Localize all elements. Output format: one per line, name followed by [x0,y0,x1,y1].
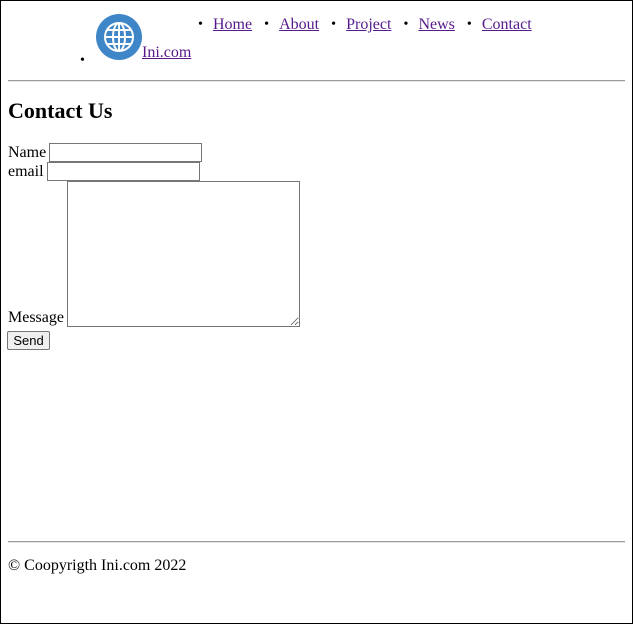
message-row: Message [8,181,300,327]
nav-link-project[interactable]: Project [346,16,391,33]
nav-item-home: Home [198,16,252,34]
logo-list: • Ini.com [80,14,191,68]
page-title: Contact Us [8,98,113,123]
globe-icon [96,14,142,60]
name-input[interactable] [49,143,203,162]
logo-item: • Ini.com [80,14,191,68]
nav-link-contact[interactable]: Contact [482,16,532,33]
name-label: Name [8,144,47,161]
list-bullet: • [80,53,85,68]
message-textarea[interactable] [66,181,300,327]
copyright-text: © Coopyrigth Ini.com 2022 [8,557,187,574]
name-row: Name [8,143,203,162]
nav-item-project: Project [331,16,391,34]
nav-item-news: News [403,16,454,34]
send-button[interactable]: Send [7,331,50,350]
message-label: Message [8,309,64,326]
email-input[interactable] [46,162,200,181]
nav-link-news[interactable]: News [418,16,454,33]
nav-link-about[interactable]: About [279,16,319,33]
brand-link[interactable]: Ini.com [142,44,191,62]
email-label: email [8,163,44,180]
footer-divider [8,541,625,543]
main-nav: Home About Project News Contact [198,16,544,34]
header-divider [8,80,625,82]
nav-item-about: About [264,16,319,34]
email-row: email [8,162,200,181]
nav-item-contact: Contact [467,16,532,34]
nav-link-home[interactable]: Home [213,16,252,33]
